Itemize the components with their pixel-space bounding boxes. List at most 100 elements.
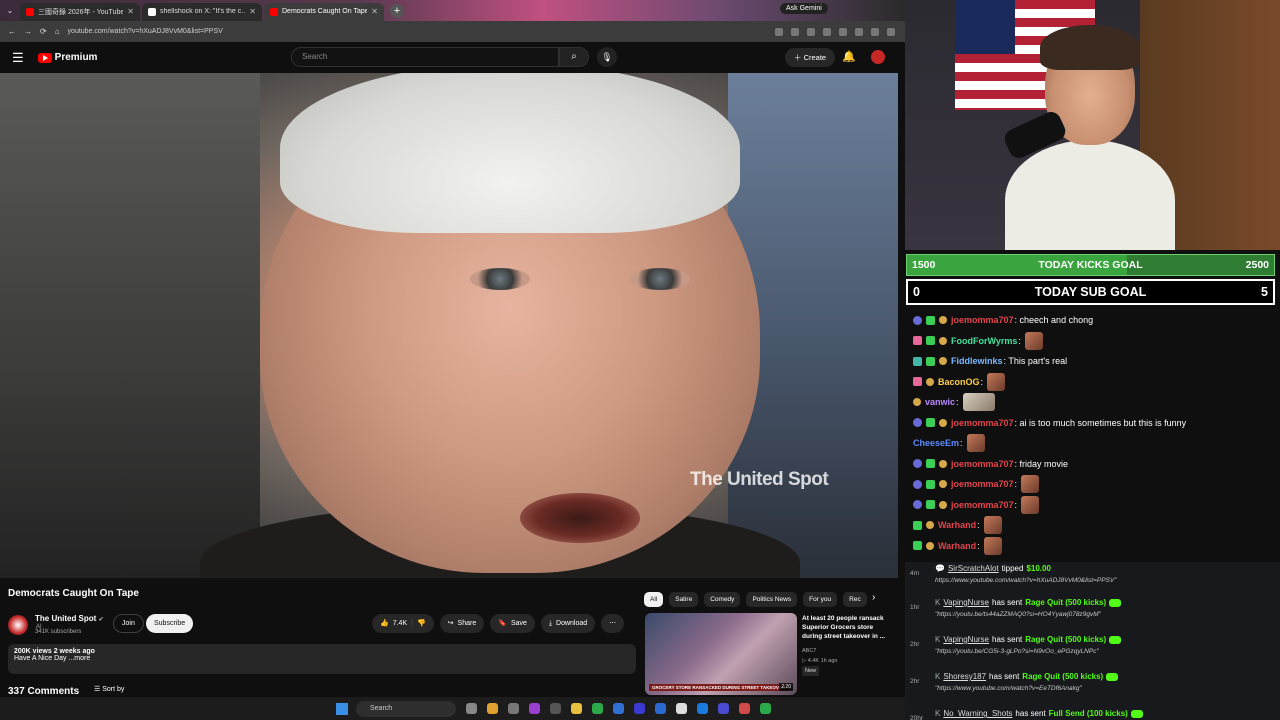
alert-name[interactable]: No_Warning_Shots bbox=[943, 709, 1012, 718]
ask-gemini-button[interactable]: Ask Gemini bbox=[780, 3, 828, 14]
extension-icon[interactable] bbox=[807, 27, 815, 36]
account-avatar[interactable] bbox=[871, 50, 885, 64]
app-icon[interactable] bbox=[550, 703, 561, 714]
chat-emote bbox=[1021, 475, 1040, 494]
alert-name[interactable]: VapingNurse bbox=[943, 598, 989, 607]
alert-amount: $10.00 bbox=[1026, 564, 1051, 573]
extension-icon[interactable] bbox=[887, 27, 895, 36]
more-actions-button[interactable]: ⋯ bbox=[601, 614, 625, 633]
mod-badge-icon bbox=[913, 356, 922, 366]
alert-name[interactable]: VapingNurse bbox=[943, 635, 989, 644]
extension-icon[interactable] bbox=[775, 27, 783, 36]
alert-name[interactable]: Shoresy187 bbox=[943, 672, 986, 681]
tab-close-icon[interactable]: ✕ bbox=[371, 7, 378, 16]
browser-tab[interactable]: Democrats Caught On Tape ✕ bbox=[264, 2, 384, 21]
video-player[interactable]: The United Spot bbox=[0, 73, 898, 578]
like-button[interactable]: 👍 7.4K | 👎 bbox=[372, 614, 434, 633]
join-button[interactable]: Join bbox=[113, 614, 144, 633]
chat-emote bbox=[983, 516, 1002, 535]
kick-icon: K bbox=[935, 598, 941, 607]
windows-start-icon[interactable] bbox=[336, 702, 348, 715]
subscribe-button[interactable]: Subscribe bbox=[146, 614, 194, 633]
chat-username[interactable]: joemomma707 bbox=[951, 418, 1014, 428]
chip-all[interactable]: All bbox=[644, 592, 664, 607]
browser-tab[interactable]: 三國奇錄 2026年 - YouTube ✕ bbox=[20, 2, 140, 21]
chip-satire[interactable]: Satire bbox=[669, 592, 699, 607]
description-box[interactable]: 200K views 2 weeks ago Have A Nice Day .… bbox=[8, 644, 636, 674]
recommended-thumbnail[interactable]: GROCERY STORE RANSACKED DURING STREET TA… bbox=[645, 613, 797, 695]
tab-close-icon[interactable]: ✕ bbox=[249, 7, 256, 16]
chevron-right-icon[interactable]: › bbox=[872, 592, 875, 603]
chat-username[interactable]: joemomma707 bbox=[951, 315, 1014, 325]
share-button[interactable]: ↪ Share bbox=[439, 614, 485, 633]
alert-link[interactable]: "https://youtu.be/CG5i-3-gLPo?si=N9vOo_e… bbox=[935, 648, 1099, 655]
recommended-channel[interactable]: ABC7 bbox=[802, 646, 837, 656]
folder-icon[interactable] bbox=[571, 703, 582, 714]
tab-close-icon[interactable]: ✕ bbox=[127, 7, 134, 16]
chat-username[interactable]: Warhand bbox=[938, 541, 976, 551]
app-icon[interactable] bbox=[718, 703, 729, 714]
app-icon[interactable] bbox=[739, 703, 750, 714]
app-icon[interactable] bbox=[655, 703, 666, 714]
app-icon[interactable] bbox=[529, 703, 540, 714]
chat-username[interactable]: Warhand bbox=[938, 520, 976, 530]
extension-icon[interactable] bbox=[871, 27, 879, 36]
chat-username[interactable]: joemomma707 bbox=[951, 500, 1014, 510]
chat-username[interactable]: joemomma707 bbox=[951, 459, 1014, 469]
browser-tab[interactable]: shellshock on X: "It's the c… ✕ bbox=[142, 2, 262, 21]
notifications-bell-icon[interactable]: 🔔 bbox=[842, 50, 856, 63]
extension-icon[interactable] bbox=[791, 27, 799, 36]
alert-link[interactable]: "https://youtu.be/ts44aZZMAQ0?si=HO4Yyaw… bbox=[935, 611, 1101, 618]
chat-text: : bbox=[960, 438, 963, 449]
discord-icon[interactable] bbox=[634, 703, 645, 714]
app-icon[interactable] bbox=[613, 703, 624, 714]
sort-by-button[interactable]: ☰ Sort by bbox=[94, 685, 124, 693]
green-badge-icon bbox=[926, 315, 935, 325]
youtube-logo[interactable]: Premium bbox=[37, 52, 97, 63]
home-icon[interactable]: ⌂ bbox=[55, 27, 60, 36]
channel-name[interactable]: The United Spot ✔ bbox=[35, 614, 104, 623]
channel-avatar[interactable] bbox=[8, 614, 28, 635]
chip-politics-news[interactable]: Politics News bbox=[746, 592, 798, 607]
spotify-icon[interactable] bbox=[592, 703, 603, 714]
recommended-title[interactable]: At least 20 people ransack Superior Groc… bbox=[802, 614, 892, 641]
extension-icon[interactable] bbox=[839, 27, 847, 36]
task-view-icon[interactable] bbox=[466, 703, 477, 714]
save-button[interactable]: 🔖 Save bbox=[490, 614, 535, 633]
voice-search-button[interactable]: 🎙 bbox=[597, 47, 617, 67]
app-icon[interactable] bbox=[760, 703, 771, 714]
alert-link[interactable]: "https://www.youtube.com/watch?v=EeTDf6A… bbox=[935, 685, 1082, 692]
app-icon[interactable] bbox=[676, 703, 687, 714]
chat-username[interactable]: joemomma707 bbox=[951, 479, 1014, 489]
chrome-icon[interactable] bbox=[487, 703, 498, 714]
chat-username[interactable]: vanwic bbox=[925, 397, 955, 407]
search-button[interactable]: ⌕ bbox=[559, 47, 589, 67]
alert-link[interactable]: https://www.youtube.com/watch?v=hXuADJ8V… bbox=[935, 577, 1117, 584]
menu-icon[interactable]: ☰ bbox=[12, 50, 24, 66]
alert-name[interactable]: SirScratchAlot bbox=[948, 564, 999, 573]
search-input[interactable]: Search bbox=[291, 47, 559, 67]
chip-for-you[interactable]: For you bbox=[803, 592, 838, 607]
extension-icon[interactable] bbox=[855, 27, 863, 36]
chat-username[interactable]: BaconOG bbox=[938, 377, 980, 387]
like-count: 7.4K bbox=[392, 620, 408, 627]
forward-icon[interactable]: → bbox=[24, 27, 32, 36]
chip-rec[interactable]: Rec bbox=[843, 592, 867, 607]
extension-icon[interactable] bbox=[823, 27, 831, 36]
app-icon[interactable] bbox=[508, 703, 519, 714]
create-button[interactable]: ＋ Create bbox=[785, 48, 836, 67]
tab-search-icon[interactable]: ⌄ bbox=[0, 6, 20, 15]
chip-comedy[interactable]: Comedy bbox=[704, 592, 741, 607]
chat-message: Fiddlewinks: This part's real bbox=[913, 351, 1273, 372]
url-field[interactable]: youtube.com/watch?v=hXuADJ8VvM0&list=PPS… bbox=[68, 28, 767, 35]
new-tab-button[interactable]: + bbox=[390, 3, 404, 18]
back-icon[interactable]: ← bbox=[8, 27, 16, 36]
download-button[interactable]: ⤓ Download bbox=[540, 614, 596, 633]
chat-username[interactable]: FoodForWyrms bbox=[951, 336, 1017, 346]
app-icon[interactable] bbox=[697, 703, 708, 714]
chat-username[interactable]: Fiddlewinks bbox=[951, 356, 1003, 366]
chat-username[interactable]: CheeseEm bbox=[913, 438, 959, 448]
taskbar-search[interactable]: Search bbox=[356, 700, 456, 717]
reload-icon[interactable]: ⟳ bbox=[40, 27, 47, 36]
thumbs-down-icon[interactable]: 👎 bbox=[417, 614, 426, 633]
